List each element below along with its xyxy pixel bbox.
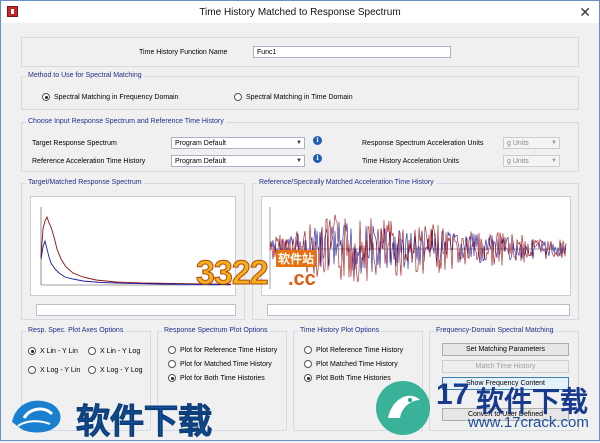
response-spectrum-plot-group: Target/Matched Response Spectrum bbox=[21, 179, 245, 320]
radio-frequency-domain[interactable]: Spectral Matching in Frequency Domain bbox=[42, 93, 179, 101]
radio-label: Plot for Both Time Histories bbox=[180, 374, 265, 382]
radio-dot bbox=[304, 360, 312, 368]
th-units-select[interactable]: g Units ▼ bbox=[503, 155, 560, 167]
radio-label: Plot for Matched Time History bbox=[180, 360, 272, 368]
info-icon[interactable]: i bbox=[313, 154, 322, 163]
radio-th-reference[interactable]: Plot Reference Time History bbox=[304, 346, 403, 354]
app-icon bbox=[7, 6, 18, 17]
watermark-17-number: 17 bbox=[436, 378, 470, 411]
function-name-label: Time History Function Name bbox=[139, 49, 228, 56]
target-spectrum-select[interactable]: Program Default ▼ bbox=[171, 137, 305, 149]
radio-label: Plot for Reference Time History bbox=[180, 346, 278, 354]
reference-history-value: Program Default bbox=[175, 158, 226, 165]
radio-xlog-ylog[interactable]: X Log - Y Log bbox=[88, 366, 143, 374]
radio-xlog-ylin[interactable]: X Log - Y Lin bbox=[28, 366, 80, 374]
radio-dot bbox=[42, 93, 50, 101]
set-matching-parameters-button[interactable]: Set Matching Parameters bbox=[442, 343, 569, 356]
radio-dot bbox=[168, 360, 176, 368]
dialog-window: Time History Matched to Response Spectru… bbox=[0, 0, 600, 441]
radio-dot bbox=[88, 347, 96, 355]
radio-dot bbox=[88, 366, 96, 374]
history-plot-scrollbar[interactable] bbox=[267, 304, 570, 316]
radio-label: X Lin - Y Log bbox=[100, 347, 141, 355]
reference-history-label: Reference Acceleration Time History bbox=[32, 158, 146, 165]
radio-label: Plot Matched Time History bbox=[316, 360, 398, 368]
radio-dot bbox=[168, 374, 176, 382]
dragon-logo-icon bbox=[6, 392, 70, 438]
watermark-3322-domain: .cc bbox=[288, 268, 316, 290]
watermark-3322-tag: 软件站 bbox=[276, 250, 317, 267]
target-spectrum-label: Target Response Spectrum bbox=[32, 140, 117, 147]
th-plot-options-legend: Time History Plot Options bbox=[298, 327, 382, 334]
spectrum-plot-scrollbar[interactable] bbox=[36, 304, 236, 316]
rs-units-label: Response Spectrum Acceleration Units bbox=[362, 140, 484, 147]
watermark-site3-url: www.17crack.com bbox=[468, 414, 589, 431]
rs-plot-options-legend: Response Spectrum Plot Options bbox=[162, 327, 270, 334]
axes-options-legend: Resp. Spec. Plot Axes Options bbox=[26, 327, 126, 334]
inputs-legend: Choose Input Response Spectrum and Refer… bbox=[26, 118, 226, 125]
rs-units-value: g Units bbox=[507, 140, 529, 147]
radio-dot bbox=[304, 346, 312, 354]
radio-rs-reference[interactable]: Plot for Reference Time History bbox=[168, 346, 277, 354]
radio-label: Plot Reference Time History bbox=[316, 346, 404, 354]
th-units-value: g Units bbox=[507, 158, 529, 165]
inputs-group: Choose Input Response Spectrum and Refer… bbox=[21, 118, 579, 172]
rs-units-select[interactable]: g Units ▼ bbox=[503, 137, 560, 149]
radio-label: X Log - Y Log bbox=[100, 366, 143, 374]
window-title: Time History Matched to Response Spectru… bbox=[199, 6, 401, 18]
chevron-down-icon: ▼ bbox=[551, 140, 557, 146]
radio-xlin-ylog[interactable]: X Lin - Y Log bbox=[88, 347, 140, 355]
radio-xlin-ylin[interactable]: X Lin - Y Lin bbox=[28, 347, 78, 355]
radio-label: Spectral Matching in Frequency Domain bbox=[54, 93, 179, 101]
watermark-3322-digits: 3322 bbox=[196, 254, 270, 293]
radio-dot bbox=[28, 366, 36, 374]
radio-time-domain[interactable]: Spectral Matching in Time Domain bbox=[234, 93, 353, 101]
reference-history-select[interactable]: Program Default ▼ bbox=[171, 155, 305, 167]
fd-matching-legend: Frequency-Domain Spectral Matching bbox=[434, 327, 556, 334]
function-name-group: Time History Function Name Func1 bbox=[21, 37, 579, 67]
radio-dot bbox=[234, 93, 242, 101]
radio-label: X Lin - Y Lin bbox=[40, 347, 78, 355]
radio-label: Spectral Matching in Time Domain bbox=[246, 93, 353, 101]
chevron-down-icon: ▼ bbox=[296, 158, 302, 164]
radio-rs-matched[interactable]: Plot for Matched Time History bbox=[168, 360, 272, 368]
chevron-down-icon: ▼ bbox=[296, 140, 302, 146]
time-history-plot-legend: Reference/Spectrally Matched Acceleratio… bbox=[257, 179, 436, 186]
match-time-history-button[interactable]: Match Time History bbox=[442, 360, 569, 373]
response-spectrum-plot-legend: Target/Matched Response Spectrum bbox=[26, 179, 144, 186]
close-icon[interactable]: ✕ bbox=[579, 3, 591, 21]
dragon-emblem-icon bbox=[372, 378, 434, 438]
title-bar: Time History Matched to Response Spectru… bbox=[1, 1, 599, 23]
th-units-label: Time History Acceleration Units bbox=[362, 158, 459, 165]
info-icon[interactable]: i bbox=[313, 136, 322, 145]
function-name-input[interactable]: Func1 bbox=[253, 46, 451, 58]
watermark-site2-text: 软件下载 bbox=[76, 403, 213, 442]
method-legend: Method to Use for Spectral Matching bbox=[26, 72, 144, 79]
radio-dot bbox=[168, 346, 176, 354]
radio-label: X Log - Y Lin bbox=[40, 366, 81, 374]
radio-dot bbox=[304, 374, 312, 382]
radio-rs-both[interactable]: Plot for Both Time Histories bbox=[168, 374, 265, 382]
radio-th-matched[interactable]: Plot Matched Time History bbox=[304, 360, 398, 368]
target-spectrum-value: Program Default bbox=[175, 140, 226, 147]
radio-dot bbox=[28, 347, 36, 355]
chevron-down-icon: ▼ bbox=[551, 158, 557, 164]
method-group: Method to Use for Spectral Matching Spec… bbox=[21, 72, 579, 110]
